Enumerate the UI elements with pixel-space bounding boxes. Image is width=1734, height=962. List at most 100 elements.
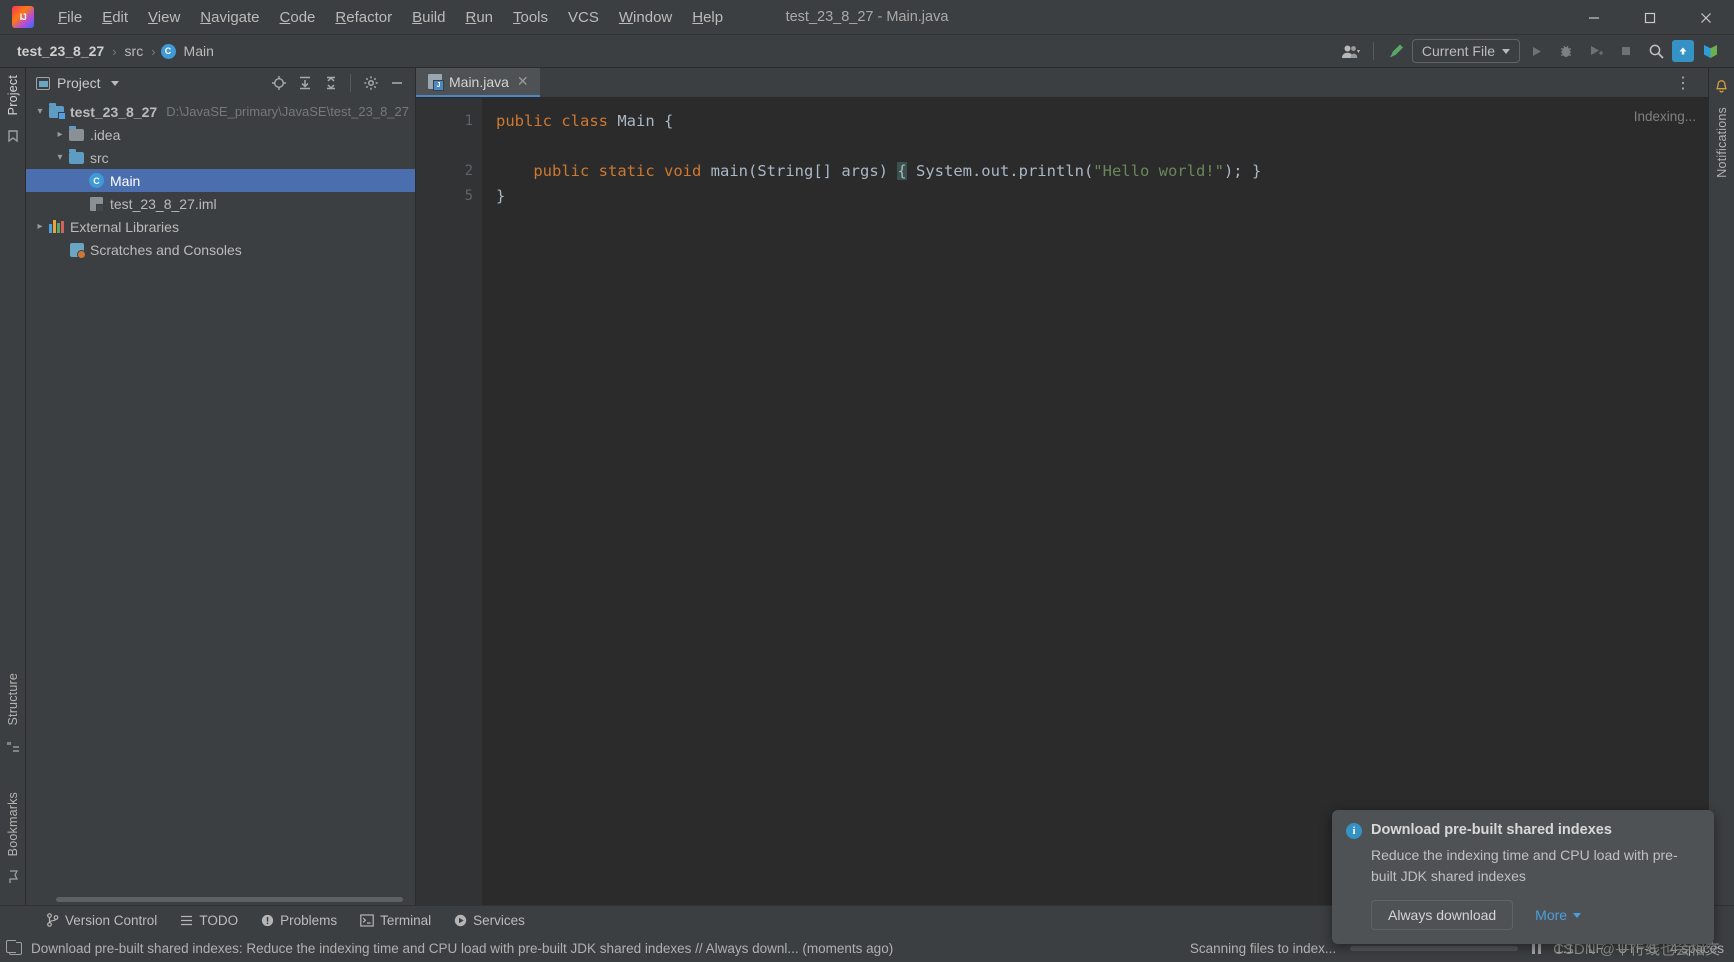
breadcrumb-separator: › — [151, 43, 156, 59]
collapse-all-icon[interactable] — [318, 71, 343, 96]
project-tree-horizontal-scrollbar[interactable] — [26, 894, 415, 905]
main-body: Project Structure Bookmarks Project ▾ te… — [0, 68, 1734, 944]
tab-main-java[interactable]: Main.java ✕ — [416, 68, 540, 97]
more-link-label: More — [1535, 907, 1568, 923]
code-content[interactable]: public class Main { public static void m… — [482, 98, 1708, 905]
search-icon[interactable] — [1642, 38, 1670, 64]
tree-item-project-root[interactable]: ▾ test_23_8_27 D:\JavaSE_primary\JavaSE\… — [26, 100, 415, 123]
build-hammer-icon[interactable] — [1382, 38, 1410, 64]
menu-refactor[interactable]: Refactor — [325, 6, 402, 29]
user-account-icon[interactable] — [1337, 38, 1365, 64]
close-button[interactable] — [1678, 0, 1734, 35]
minimize-button[interactable] — [1566, 0, 1622, 35]
breadcrumb-main[interactable]: Main — [181, 42, 217, 60]
breadcrumb-project[interactable]: test_23_8_27 — [14, 42, 107, 60]
chevron-expanded-icon[interactable]: ▾ — [32, 106, 48, 117]
editor-tab-bar: Main.java ✕ ⋮ — [416, 68, 1708, 98]
notifications-bell-icon[interactable] — [1713, 77, 1731, 95]
problems-warning-icon — [261, 914, 274, 926]
project-panel-header: Project — [26, 68, 415, 98]
menu-window[interactable]: Window — [609, 6, 682, 29]
token-keyword: static — [598, 162, 655, 180]
bookmark-icon[interactable] — [4, 127, 22, 145]
run-with-coverage-button[interactable] — [1582, 38, 1610, 64]
breadcrumb-src[interactable]: src — [122, 42, 147, 60]
project-module-folder-icon — [48, 102, 66, 120]
plugin-colored-icon[interactable] — [1696, 38, 1724, 64]
expand-all-icon[interactable] — [292, 71, 317, 96]
code-line-5: } — [496, 184, 1708, 209]
tool-window-label: TODO — [199, 912, 239, 928]
hide-panel-icon[interactable] — [384, 71, 409, 96]
intellij-idea-logo-icon — [12, 6, 34, 28]
tool-window-label: Problems — [280, 912, 338, 928]
select-opened-file-icon[interactable] — [266, 71, 291, 96]
menu-tools[interactable]: Tools — [503, 6, 558, 29]
status-message[interactable]: Download pre-built shared indexes: Reduc… — [31, 941, 893, 956]
class-icon: C — [160, 43, 176, 59]
menu-view[interactable]: View — [138, 6, 190, 29]
java-file-icon — [428, 74, 444, 91]
tool-window-services[interactable]: Services — [444, 910, 535, 931]
menu-navigate[interactable]: Navigate — [190, 6, 269, 29]
tree-item-main-class[interactable]: ▸ C Main — [26, 169, 415, 192]
token-keyword: public — [496, 162, 590, 180]
menu-help[interactable]: Help — [682, 6, 733, 29]
token-brace-highlight: { — [897, 162, 907, 180]
token-plain: System.out.println( — [906, 162, 1094, 180]
chevron-collapsed-icon[interactable]: ▸ — [32, 221, 48, 232]
rail-item-notifications[interactable]: Notifications — [1715, 100, 1729, 185]
tool-window-version-control[interactable]: Version Control — [36, 910, 167, 931]
chevron-collapsed-icon[interactable]: ▸ — [52, 129, 68, 140]
services-play-icon — [454, 914, 467, 926]
tool-window-label: Version Control — [65, 912, 158, 928]
settings-gear-icon[interactable] — [358, 71, 383, 96]
stop-button[interactable] — [1612, 38, 1640, 64]
maximize-button[interactable] — [1622, 0, 1678, 35]
always-download-button[interactable]: Always download — [1371, 900, 1514, 930]
bookmarks-flag-icon[interactable] — [4, 868, 22, 886]
rail-item-bookmarks[interactable]: Bookmarks — [6, 785, 20, 863]
menu-edit[interactable]: Edit — [92, 6, 138, 29]
chevron-expanded-icon[interactable]: ▾ — [52, 152, 68, 163]
tool-window-terminal[interactable]: Terminal — [350, 910, 441, 931]
menu-file[interactable]: File — [48, 6, 92, 29]
tree-item-label: External Libraries — [70, 218, 179, 235]
terminal-icon — [360, 913, 374, 927]
tree-item-src[interactable]: ▾ src — [26, 146, 415, 169]
project-panel-toolbar — [266, 71, 409, 96]
event-log-icon[interactable] — [6, 939, 22, 955]
tool-window-label: Services — [473, 912, 525, 928]
tree-item-label: test_23_8_27 — [70, 103, 158, 120]
update-arrow-icon[interactable] — [1672, 40, 1694, 62]
menu-vcs[interactable]: VCS — [558, 6, 609, 29]
iml-module-file-icon — [88, 196, 105, 212]
more-link[interactable]: More — [1535, 907, 1582, 923]
main-toolbar: Current File — [1337, 38, 1734, 64]
project-panel-title: Project — [57, 75, 101, 91]
run-button[interactable] — [1522, 38, 1550, 64]
tree-item-iml-file[interactable]: ▸ test_23_8_27.iml — [26, 192, 415, 215]
structure-icon[interactable] — [4, 738, 22, 756]
rail-item-project[interactable]: Project — [6, 68, 20, 122]
info-icon: i — [1346, 823, 1362, 840]
tree-item-idea[interactable]: ▸ .idea — [26, 123, 415, 146]
tool-window-todo[interactable]: TODO — [170, 910, 248, 931]
chevron-down-icon[interactable] — [110, 80, 119, 86]
code-editor[interactable]: 1 2 5 public class Main { public static … — [416, 98, 1708, 905]
tool-window-problems[interactable]: Problems — [251, 910, 347, 931]
menu-run[interactable]: Run — [455, 6, 503, 29]
menu-code[interactable]: Code — [270, 6, 326, 29]
more-options-icon[interactable]: ⋮ — [1669, 73, 1698, 93]
tree-item-external-libraries[interactable]: ▸ External Libraries — [26, 215, 415, 238]
chevron-down-icon — [1502, 48, 1510, 54]
tree-item-scratches[interactable]: ▸ Scratches and Consoles — [26, 238, 415, 261]
tool-window-label: Terminal — [380, 912, 432, 928]
rail-item-structure[interactable]: Structure — [6, 666, 20, 733]
editor-area: Main.java ✕ ⋮ 1 2 5 public class Main { — [416, 68, 1708, 905]
run-configuration-selector[interactable]: Current File — [1411, 39, 1520, 63]
close-icon[interactable]: ✕ — [516, 73, 530, 90]
menu-build[interactable]: Build — [402, 6, 455, 29]
debug-button[interactable] — [1552, 38, 1580, 64]
line-number-gutter: 1 2 5 — [416, 98, 482, 905]
